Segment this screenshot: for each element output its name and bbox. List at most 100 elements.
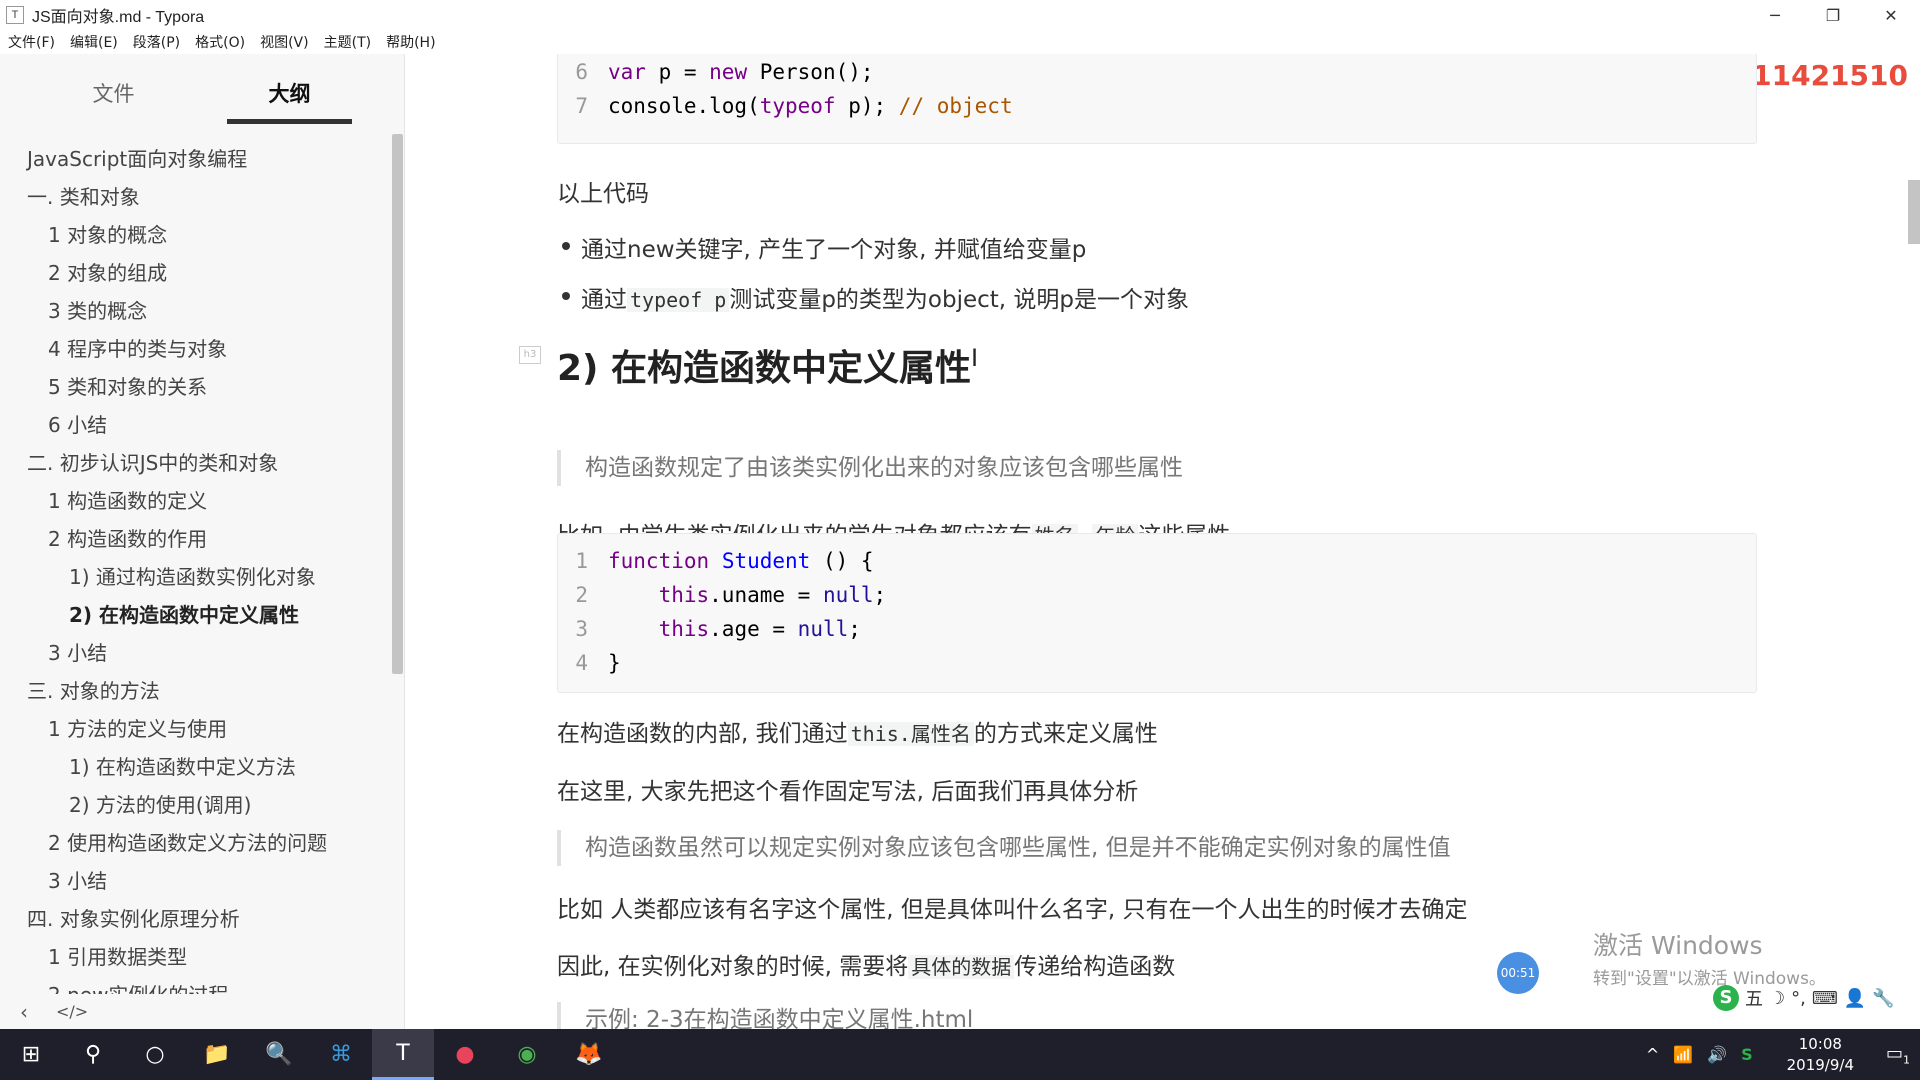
outline-item[interactable]: 1 方法的定义与使用 <box>0 710 390 748</box>
source-code-mode-icon[interactable]: </> <box>56 1002 88 1021</box>
menu-view[interactable]: 视图(V) <box>260 32 309 52</box>
show-hidden-icons-icon[interactable]: ^ <box>1646 1045 1659 1064</box>
outline-item[interactable]: 2) 方法的使用(调用) <box>0 786 390 824</box>
outline-item[interactable]: 1) 通过构造函数实例化对象 <box>0 558 390 596</box>
chrome-icon[interactable]: ◉ <box>496 1029 558 1080</box>
outline-item[interactable]: 1) 在构造函数中定义方法 <box>0 748 390 786</box>
code-line[interactable]: 2 this .uname = null; <box>558 578 1756 612</box>
vscode-icon[interactable]: ⌘ <box>310 1029 372 1080</box>
outline-item[interactable]: 3 小结 <box>0 634 390 672</box>
outline-item[interactable]: 三. 对象的方法 <box>0 672 390 710</box>
user-icon[interactable]: 👤 <box>1844 988 1866 1009</box>
paragraph-inside: 在构造函数的内部, 我们通过 this.属性名 的方式来定义属性 <box>557 714 1158 748</box>
keyboard-icon[interactable]: ⌨ <box>1812 988 1838 1009</box>
outline-item[interactable]: 2) 在构造函数中定义属性 <box>0 596 390 634</box>
sogou-ime-icon[interactable]: S <box>1713 985 1739 1011</box>
moon-icon[interactable]: ☽ <box>1769 988 1785 1009</box>
outline-item[interactable]: 3 类的概念 <box>0 292 390 330</box>
menu-format[interactable]: 格式(O) <box>195 32 245 52</box>
code-token: // object <box>898 94 1013 118</box>
window-title: JS面向对象.md - Typora <box>32 9 205 26</box>
ime-mode-icon[interactable]: 五 <box>1745 985 1763 1011</box>
outline-item[interactable]: 1 引用数据类型 <box>0 938 390 976</box>
code-line[interactable]: 1 function Student () { <box>558 544 1756 578</box>
menu-paragraph[interactable]: 段落(P) <box>133 32 180 52</box>
code-block-1[interactable]: 6 var p = new Person(); 7 console.log(typeo… <box>557 54 1757 144</box>
outline-item[interactable]: 4 程序中的类与对象 <box>0 330 390 368</box>
code-token: Person(); <box>747 60 874 84</box>
ime-tray-icon[interactable]: S <box>1741 1045 1753 1064</box>
outline-item[interactable]: 2 构造函数的作用 <box>0 520 390 558</box>
typora-icon[interactable]: T <box>372 1029 434 1080</box>
outline-item[interactable]: 2 使用构造函数定义方法的问题 <box>0 824 390 862</box>
code-line[interactable]: 7 console.log(typeof p); // object <box>558 89 1756 123</box>
code-line[interactable]: 6 var p = new Person(); <box>558 55 1756 89</box>
outline-item[interactable]: 3 小结 <box>0 862 390 900</box>
code-token: () { <box>810 549 874 573</box>
section-heading: 2) 在构造函数中定义属性 <box>557 348 972 389</box>
punctuation-icon[interactable]: °, <box>1791 988 1806 1009</box>
sidebar-scrollbar[interactable] <box>392 134 403 674</box>
collapse-sidebar-icon[interactable]: ‹ <box>20 1000 28 1024</box>
editor-scrollbar[interactable] <box>1908 180 1920 244</box>
outline-item[interactable]: 6 小结 <box>0 406 390 444</box>
code-token: .age = <box>709 617 798 641</box>
file-explorer-icon[interactable]: 📁 <box>186 1029 248 1080</box>
start-menu-icon[interactable]: ⊞ <box>0 1029 62 1080</box>
outline-item[interactable]: 1 对象的概念 <box>0 216 390 254</box>
menu-help[interactable]: 帮助(H) <box>386 32 435 52</box>
code-token: p = <box>645 60 710 84</box>
close-button[interactable]: ✕ <box>1862 0 1920 30</box>
recorder-icon[interactable]: ● <box>434 1029 496 1080</box>
code-token: var <box>608 60 646 84</box>
code-token: null <box>797 617 849 641</box>
menu-theme[interactable]: 主题(T) <box>324 32 371 52</box>
outline-item[interactable]: 二. 初步认识JS中的类和对象 <box>0 444 390 482</box>
maximize-button[interactable]: ❐ <box>1804 0 1862 30</box>
tab-files[interactable]: 文件 <box>51 74 176 124</box>
outline-item[interactable]: 一. 类和对象 <box>0 178 390 216</box>
clock-date: 2019/9/4 <box>1786 1055 1854 1074</box>
tab-outline[interactable]: 大纲 <box>227 74 352 124</box>
outline-item[interactable]: 5 类和对象的关系 <box>0 368 390 406</box>
line-number: 1 <box>575 549 588 573</box>
everything-search-icon[interactable]: 🔍 <box>248 1029 310 1080</box>
code-token: .uname = <box>709 583 823 607</box>
outline-item[interactable]: 1 构造函数的定义 <box>0 482 390 520</box>
code-line[interactable]: 4} <box>558 646 1756 680</box>
outline-item[interactable]: 2 对象的组成 <box>0 254 390 292</box>
inline-code: 具体的数据 <box>908 955 1015 979</box>
clock-time: 10:08 <box>1798 1034 1842 1053</box>
volume-icon[interactable]: 🔊 <box>1707 1045 1727 1064</box>
line-number: 4 <box>575 651 588 675</box>
editor-area[interactable]: 联系作者QQ:411421510 6var p = new Person();7… <box>406 54 1920 1029</box>
activate-windows-notice: 激活 Windows 转到"设置"以激活 Windows。 <box>1593 926 1826 989</box>
cortana-icon[interactable]: ○ <box>124 1029 186 1080</box>
line-number: 7 <box>575 94 588 118</box>
code-token: typeof <box>759 94 836 118</box>
code-line[interactable]: 3 this .age = null; <box>558 612 1756 646</box>
network-icon[interactable]: 📶 <box>1673 1045 1693 1064</box>
code-token: console.log( <box>608 94 760 118</box>
clock[interactable]: 10:08 2019/9/4 <box>1787 1034 1854 1076</box>
outline-item[interactable]: JavaScript面向对象编程 <box>0 140 390 178</box>
line-number: 2 <box>575 583 588 607</box>
minimize-button[interactable]: ─ <box>1746 0 1804 30</box>
heading-level-marker[interactable]: h3 <box>519 346 541 364</box>
notification-count: 1 <box>1903 1053 1910 1067</box>
wrench-icon[interactable]: 🔧 <box>1872 988 1894 1009</box>
outline-item[interactable]: 四. 对象实例化原理分析 <box>0 900 390 938</box>
code-token: function <box>608 549 710 573</box>
sidebar: 文件 大纲 JavaScript面向对象编程 一. 类和对象 1 对象的概念 2 对象… <box>0 54 405 1029</box>
notification-center-icon[interactable]: ▭1 <box>1876 1043 1920 1067</box>
code-token: null <box>822 583 874 607</box>
code-block-2[interactable]: 1 function Student () {2 this .uname = nul… <box>557 533 1757 693</box>
code-token: this <box>658 617 710 641</box>
search-icon[interactable]: ⚲ <box>62 1029 124 1080</box>
menu-edit[interactable]: 编辑(E) <box>70 32 118 52</box>
inline-code: this.属性名 <box>847 722 974 746</box>
line-number: 6 <box>575 60 588 84</box>
firefox-icon[interactable]: 🦊 <box>558 1029 620 1080</box>
menu-file[interactable]: 文件(F) <box>8 32 55 52</box>
